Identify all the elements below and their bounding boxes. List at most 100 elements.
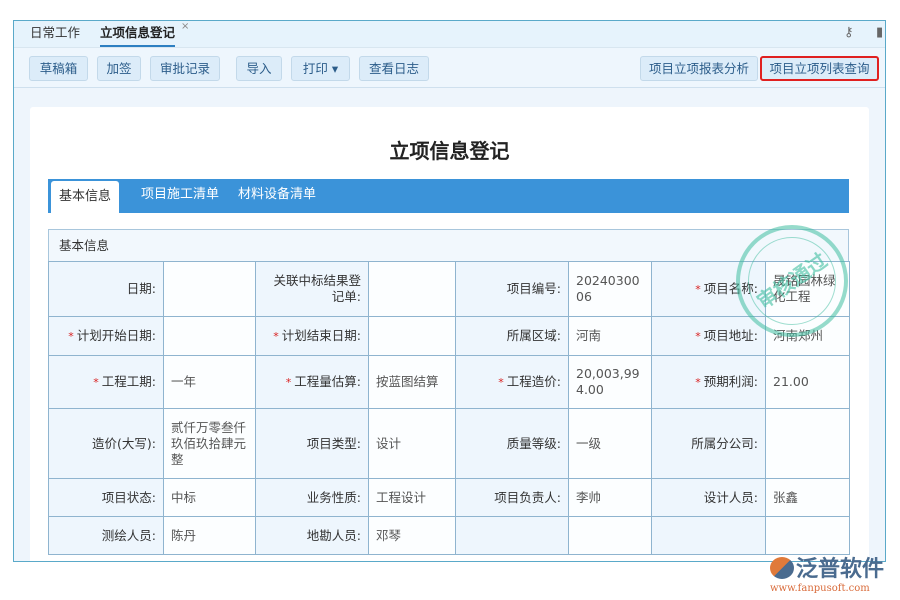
field-label: 项目类型:	[256, 409, 369, 479]
field-value[interactable]: 20,003,994.00	[569, 356, 652, 409]
tab-material-list[interactable]: 材料设备清单	[238, 179, 316, 213]
field-label: 项目状态:	[49, 479, 164, 517]
label-text: 项目名称:	[704, 281, 758, 296]
form-card: 立项信息登记 基本信息 项目施工清单 材料设备清单 基本信息 日期: 关联中标结果…	[30, 107, 869, 562]
label-text: 计划开始日期:	[77, 328, 156, 343]
field-label: *工程工期:	[49, 356, 164, 409]
field-value[interactable]: 陈丹	[164, 517, 256, 555]
field-value[interactable]	[164, 317, 256, 356]
table-row: 项目状态:中标 业务性质: 工程设计 项目负责人: 李帅 设计人员: 张鑫	[49, 479, 850, 517]
field-value[interactable]	[164, 262, 256, 317]
field-value[interactable]	[369, 262, 456, 317]
info-table: 日期:关联中标结果登记单:项目编号:2024030006*项目名称:晟铭园林绿化…	[48, 261, 850, 555]
field-label: 造价(大写):	[49, 409, 164, 479]
field-label: 测绘人员:	[49, 517, 164, 555]
label-text: 关联中标结果登记单:	[273, 273, 361, 304]
required-icon: *	[273, 330, 279, 343]
field-value[interactable]: 按蓝图结算	[369, 356, 456, 409]
label-text: 项目负责人:	[494, 490, 561, 505]
label-text: 质量等级:	[507, 436, 561, 451]
field-label	[456, 517, 569, 555]
field-label: 地勘人员:	[256, 517, 369, 555]
field-value[interactable]	[369, 317, 456, 356]
drafts-button[interactable]: 草稿箱	[29, 56, 88, 81]
label-text: 项目类型:	[307, 436, 361, 451]
field-label: 所属区域:	[456, 317, 569, 356]
field-value[interactable]	[766, 517, 850, 555]
field-value[interactable]: 邓琴	[369, 517, 456, 555]
page-title: 立项信息登记	[30, 135, 869, 164]
label-text: 工程工期:	[102, 374, 156, 389]
required-icon: *	[286, 376, 292, 389]
label-text: 项目编号:	[507, 281, 561, 296]
field-value[interactable]	[569, 517, 652, 555]
print-dropdown-button[interactable]: 打印 ▾	[291, 56, 350, 81]
field-value[interactable]: 李帅	[569, 479, 652, 517]
import-button[interactable]: 导入	[236, 56, 282, 81]
label-text: 地勘人员:	[307, 528, 361, 543]
field-value[interactable]: 设计	[369, 409, 456, 479]
required-icon: *	[695, 283, 701, 296]
field-label: 设计人员:	[652, 479, 766, 517]
field-label: *工程量估算:	[256, 356, 369, 409]
toolbar: 草稿箱 加签 审批记录 导入 打印 ▾ 查看日志 项目立项报表分析 项目立项列表…	[14, 48, 885, 88]
table-row: 测绘人员: 陈丹 地勘人员: 邓琴	[49, 517, 850, 555]
form-tabs: 基本信息 项目施工清单 材料设备清单	[48, 179, 849, 213]
field-label: 关联中标结果登记单:	[256, 262, 369, 317]
label-text: 所属区域:	[507, 328, 561, 343]
label-text: 所属分公司:	[691, 436, 758, 451]
table-row: *工程工期:一年*工程量估算:按蓝图结算*工程造价:20,003,994.00*…	[49, 356, 850, 409]
field-label: *项目名称:	[652, 262, 766, 317]
table-row: 日期:关联中标结果登记单:项目编号:2024030006*项目名称:晟铭园林绿化…	[49, 262, 850, 317]
label-text: 预期利润:	[704, 374, 758, 389]
section-header: 基本信息	[48, 229, 849, 262]
field-label: 业务性质:	[256, 479, 369, 517]
tab-basic-info[interactable]: 基本信息	[51, 181, 119, 213]
required-icon: *	[93, 376, 99, 389]
field-value[interactable]: 工程设计	[369, 479, 456, 517]
field-value[interactable]: 河南	[569, 317, 652, 356]
label-text: 工程造价:	[507, 374, 561, 389]
required-icon: *	[695, 330, 701, 343]
field-value[interactable]: 一级	[569, 409, 652, 479]
label-text: 设计人员:	[704, 490, 758, 505]
field-label: 所属分公司:	[652, 409, 766, 479]
tab-project-registration[interactable]: 立项信息登记	[100, 21, 175, 47]
field-value[interactable]: 一年	[164, 356, 256, 409]
field-value[interactable]: 21.00	[766, 356, 850, 409]
field-label	[652, 517, 766, 555]
logo-url: www.fanpusoft.com	[770, 583, 870, 594]
add-sign-button[interactable]: 加签	[97, 56, 141, 81]
field-label: *项目地址:	[652, 317, 766, 356]
app-window: 日常工作 立项信息登记 × ⚷ ▮ 草稿箱 加签 审批记录 导入 打印 ▾ 查看…	[13, 20, 886, 562]
required-icon: *	[68, 330, 74, 343]
label-text: 业务性质:	[307, 490, 361, 505]
approval-records-button[interactable]: 审批记录	[150, 56, 220, 81]
label-text: 测绘人员:	[102, 528, 156, 543]
tab-daily-work[interactable]: 日常工作	[30, 21, 80, 47]
field-value[interactable]: 2024030006	[569, 262, 652, 317]
field-value[interactable]: 河南郑州	[766, 317, 850, 356]
field-label: *预期利润:	[652, 356, 766, 409]
tab-construction-list[interactable]: 项目施工清单	[141, 179, 219, 213]
exit-icon[interactable]: ▮	[876, 25, 883, 40]
field-label: 质量等级:	[456, 409, 569, 479]
close-tab-icon[interactable]: ×	[181, 21, 189, 32]
field-value[interactable]: 贰仟万零叁仟玖佰玖拾肆元整	[164, 409, 256, 479]
list-query-button[interactable]: 项目立项列表查询	[760, 56, 879, 81]
report-analysis-button[interactable]: 项目立项报表分析	[640, 56, 758, 81]
field-value[interactable]: 晟铭园林绿化工程	[766, 262, 850, 317]
field-label: *计划开始日期:	[49, 317, 164, 356]
field-label: *计划结束日期:	[256, 317, 369, 356]
field-value[interactable]: 中标	[164, 479, 256, 517]
key-icon[interactable]: ⚷	[844, 25, 854, 40]
required-icon: *	[695, 376, 701, 389]
brand-logo: 泛普软件 www.fanpusoft.com	[768, 553, 893, 598]
view-log-button[interactable]: 查看日志	[359, 56, 429, 81]
tab-bar: 日常工作 立项信息登记 × ⚷ ▮	[14, 21, 885, 48]
field-value[interactable]	[766, 409, 850, 479]
label-text: 项目地址:	[704, 328, 758, 343]
required-icon: *	[498, 376, 504, 389]
field-value[interactable]: 张鑫	[766, 479, 850, 517]
field-label: 日期:	[49, 262, 164, 317]
